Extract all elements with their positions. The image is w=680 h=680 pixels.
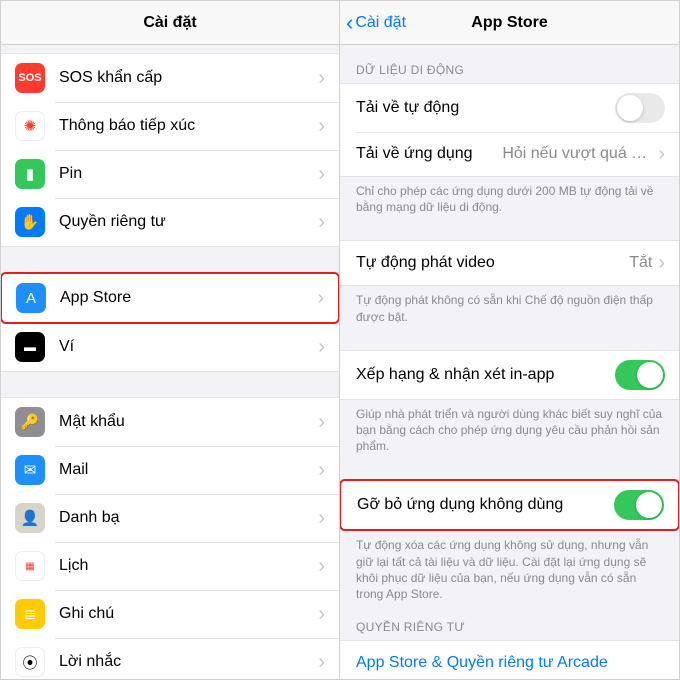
label: Tải về ứng dụng <box>356 145 502 163</box>
chevron-right-icon: › <box>318 507 325 530</box>
settings-list: SOSSOS khẩn cấp›✺Thông báo tiếp xúc›▮Pin… <box>1 45 339 679</box>
priv-icon: ✋ <box>15 207 45 237</box>
as-icon: A <box>16 283 46 313</box>
label: Quyền riêng tư <box>59 213 318 231</box>
value: Hỏi nếu vượt quá 200... <box>502 145 652 163</box>
chevron-right-icon: › <box>318 67 325 90</box>
toggle-offload[interactable] <box>614 490 664 520</box>
toggle-auto-download[interactable] <box>615 93 665 123</box>
toggle-inapp[interactable] <box>615 360 665 390</box>
section-header-cellular: DỮ LIỆU DI ĐỘNG <box>340 45 679 83</box>
app-store-settings: DỮ LIỆU DI ĐỘNG Tải về tự động Tải về ứn… <box>340 45 679 679</box>
footer-offload: Tự động xóa các ứng dụng không sử dụng, … <box>340 531 679 602</box>
row-offload-unused[interactable]: Gỡ bỏ ứng dụng không dùng <box>340 479 679 531</box>
label: Thông báo tiếp xúc <box>59 117 318 135</box>
chevron-right-icon: › <box>318 336 325 359</box>
row-sos[interactable]: SOS SOS khẩn cấp› <box>1 54 339 102</box>
label: Pin <box>59 165 318 183</box>
label: Xếp hạng & nhận xét in-app <box>356 366 615 384</box>
row-battery[interactable]: ▮ Pin› <box>1 150 339 198</box>
row-passwords[interactable]: 🔑 Mật khẩu› <box>1 398 339 446</box>
cal-icon: ▦ <box>15 551 45 581</box>
row-privacy-arcade[interactable]: App Store & Quyền riêng tư Arcade <box>340 641 679 679</box>
row-wallet[interactable]: ▬ Ví› <box>1 323 339 371</box>
footer-video: Tự động phát không có sẵn khi Chế độ ngu… <box>340 286 679 324</box>
settings-pane: Cài đặt SOSSOS khẩn cấp›✺Thông báo tiếp … <box>0 0 340 680</box>
pin-icon: ▮ <box>15 159 45 189</box>
cont-icon: 👤 <box>15 503 45 533</box>
label: SOS khẩn cấp <box>59 69 318 87</box>
rem-icon: ⦿ <box>15 647 45 677</box>
label: App Store <box>60 289 317 307</box>
label: Ví <box>59 338 318 356</box>
label: Mail <box>59 461 318 479</box>
chevron-right-icon: › <box>318 411 325 434</box>
mail-icon: ✉ <box>15 455 45 485</box>
row-reminders[interactable]: ⦿ Lời nhắc› <box>1 638 339 679</box>
row-app-store[interactable]: A App Store› <box>1 272 339 324</box>
chevron-right-icon: › <box>318 459 325 482</box>
label: Lịch <box>59 557 318 575</box>
chevron-left-icon: ‹ <box>346 12 353 34</box>
chevron-right-icon: › <box>318 603 325 626</box>
app-store-pane: ‹ Cài đặt App Store DỮ LIỆU DI ĐỘNG Tải … <box>340 0 680 680</box>
label: Lời nhắc <box>59 653 318 671</box>
chevron-right-icon: › <box>318 115 325 138</box>
footer-inapp: Giúp nhà phát triển và người dùng khác b… <box>340 400 679 455</box>
navbar-right: ‹ Cài đặt App Store <box>340 1 679 45</box>
chevron-right-icon: › <box>317 287 324 310</box>
row-inapp-ratings[interactable]: Xếp hạng & nhận xét in-app <box>340 351 679 399</box>
label: Danh bạ <box>59 509 318 527</box>
chevron-right-icon: › <box>318 651 325 674</box>
chevron-right-icon: › <box>658 252 665 275</box>
row-auto-download[interactable]: Tải về tự động <box>340 84 679 132</box>
sos-icon: SOS <box>15 63 45 93</box>
pass-icon: 🔑 <box>15 407 45 437</box>
row-contacts[interactable]: 👤 Danh bạ› <box>1 494 339 542</box>
notes-icon: ≣ <box>15 599 45 629</box>
value: Tắt <box>629 254 652 272</box>
chevron-right-icon: › <box>318 211 325 234</box>
label: Tự động phát video <box>356 254 629 272</box>
row-exposure[interactable]: ✺ Thông báo tiếp xúc› <box>1 102 339 150</box>
exp-icon: ✺ <box>15 111 45 141</box>
wallet-icon: ▬ <box>15 332 45 362</box>
page-title: Cài đặt <box>143 14 196 32</box>
back-button[interactable]: ‹ Cài đặt <box>346 12 406 34</box>
back-label: Cài đặt <box>355 14 406 32</box>
chevron-right-icon: › <box>318 163 325 186</box>
label: Tải về tự động <box>356 99 615 117</box>
row-calendar[interactable]: ▦ Lịch› <box>1 542 339 590</box>
navbar-left: Cài đặt <box>1 1 339 45</box>
label: Ghi chú <box>59 605 318 623</box>
footer-cellular: Chỉ cho phép các ứng dụng dưới 200 MB tự… <box>340 177 679 215</box>
section-header-privacy: QUYỀN RIÊNG TƯ <box>340 602 679 640</box>
row-video-autoplay[interactable]: Tự động phát video Tắt › <box>340 241 679 285</box>
link-label: App Store & Quyền riêng tư Arcade <box>356 654 665 672</box>
page-title: App Store <box>471 14 547 32</box>
row-privacy[interactable]: ✋ Quyền riêng tư› <box>1 198 339 246</box>
row-notes[interactable]: ≣ Ghi chú› <box>1 590 339 638</box>
row-mail[interactable]: ✉ Mail› <box>1 446 339 494</box>
label: Mật khẩu <box>59 413 318 431</box>
chevron-right-icon: › <box>658 143 665 166</box>
label: Gỡ bỏ ứng dụng không dùng <box>357 496 614 514</box>
row-app-downloads[interactable]: Tải về ứng dụng Hỏi nếu vượt quá 200... … <box>340 132 679 176</box>
chevron-right-icon: › <box>318 555 325 578</box>
